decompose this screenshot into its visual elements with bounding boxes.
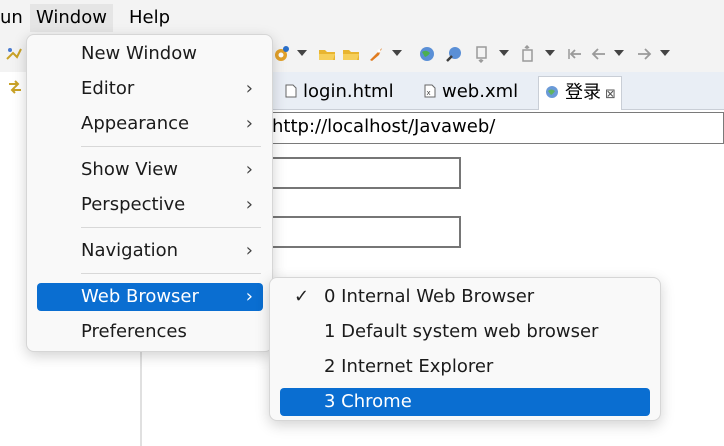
- rocket-icon[interactable]: [367, 45, 385, 63]
- forward-icon[interactable]: [635, 45, 653, 63]
- last-edit-icon[interactable]: [566, 45, 584, 63]
- menu-item-show-view[interactable]: Show View ›: [37, 156, 263, 184]
- checkmark-icon: ✓: [294, 286, 310, 307]
- close-icon[interactable]: ⊠: [605, 87, 616, 102]
- run-config-icon[interactable]: [5, 45, 23, 63]
- chevron-right-icon: ›: [245, 159, 253, 180]
- menu-separator: [81, 273, 261, 274]
- password-input[interactable]: [258, 216, 461, 248]
- url-text: http://localhost/Javaweb/: [272, 116, 496, 137]
- chevron-down-icon[interactable]: [297, 50, 307, 56]
- menu-item-appearance[interactable]: Appearance ›: [37, 110, 263, 138]
- tab-web-xml[interactable]: x web.xml: [424, 76, 518, 110]
- menu-item-editor[interactable]: Editor ›: [37, 75, 263, 103]
- menu-item-web-browser[interactable]: Web Browser ›: [37, 283, 263, 311]
- chevron-right-icon: ›: [245, 78, 253, 99]
- menubar: un Window Help: [0, 0, 724, 36]
- chevron-down-icon[interactable]: [660, 50, 670, 56]
- tab-label: web.xml: [442, 81, 519, 102]
- menu-help[interactable]: Help: [123, 4, 176, 32]
- menu-item-new-window[interactable]: New Window: [37, 40, 263, 68]
- menu-item-internet-explorer[interactable]: 2 Internet Explorer: [280, 353, 650, 381]
- web-browser-submenu: ✓ 0 Internal Web Browser 1 Default syste…: [269, 277, 661, 421]
- menu-separator: [81, 227, 261, 228]
- chevron-down-icon[interactable]: [545, 50, 555, 56]
- svg-text:x: x: [427, 89, 431, 97]
- chevron-right-icon: ›: [245, 240, 253, 261]
- prev-annotation-icon[interactable]: [520, 45, 538, 63]
- next-annotation-icon[interactable]: [474, 45, 492, 63]
- menu-item-chrome[interactable]: 3 Chrome: [280, 388, 650, 416]
- menu-item-preferences[interactable]: Preferences: [37, 318, 263, 346]
- gear-badge-icon[interactable]: [272, 45, 290, 63]
- window-menu: New Window Editor › Appearance › Show Vi…: [26, 34, 273, 352]
- chevron-right-icon: ›: [245, 194, 253, 215]
- tab-login-page[interactable]: 登录 ⊠: [538, 76, 622, 110]
- menu-window[interactable]: Window: [30, 4, 113, 32]
- search-globe-icon[interactable]: [445, 45, 463, 63]
- tab-label: login.html: [303, 81, 394, 102]
- globe-icon[interactable]: [418, 45, 436, 63]
- menu-item-perspective[interactable]: Perspective ›: [37, 191, 263, 219]
- html-file-icon: [285, 77, 297, 98]
- menu-separator: [81, 146, 261, 147]
- open-folder-alt-icon[interactable]: [342, 45, 360, 63]
- tab-login-html[interactable]: login.html: [285, 76, 394, 110]
- menu-item-internal-web-browser[interactable]: ✓ 0 Internal Web Browser: [280, 283, 650, 311]
- back-icon[interactable]: [590, 45, 608, 63]
- chevron-down-icon[interactable]: [614, 50, 624, 56]
- username-input[interactable]: [258, 157, 461, 189]
- chevron-down-icon[interactable]: [499, 50, 509, 56]
- tab-label: 登录: [565, 82, 601, 103]
- globe-icon: [545, 78, 559, 98]
- chevron-right-icon: ›: [245, 113, 253, 134]
- chevron-down-icon[interactable]: [392, 50, 402, 56]
- menu-item-default-system-browser[interactable]: 1 Default system web browser: [280, 318, 650, 346]
- menu-item-navigation[interactable]: Navigation ›: [37, 237, 263, 265]
- open-folder-icon[interactable]: [318, 45, 336, 63]
- chevron-right-icon: ›: [245, 286, 253, 307]
- menu-run[interactable]: un: [0, 4, 29, 32]
- link-editor-icon[interactable]: [6, 78, 24, 96]
- xml-file-icon: x: [424, 77, 436, 98]
